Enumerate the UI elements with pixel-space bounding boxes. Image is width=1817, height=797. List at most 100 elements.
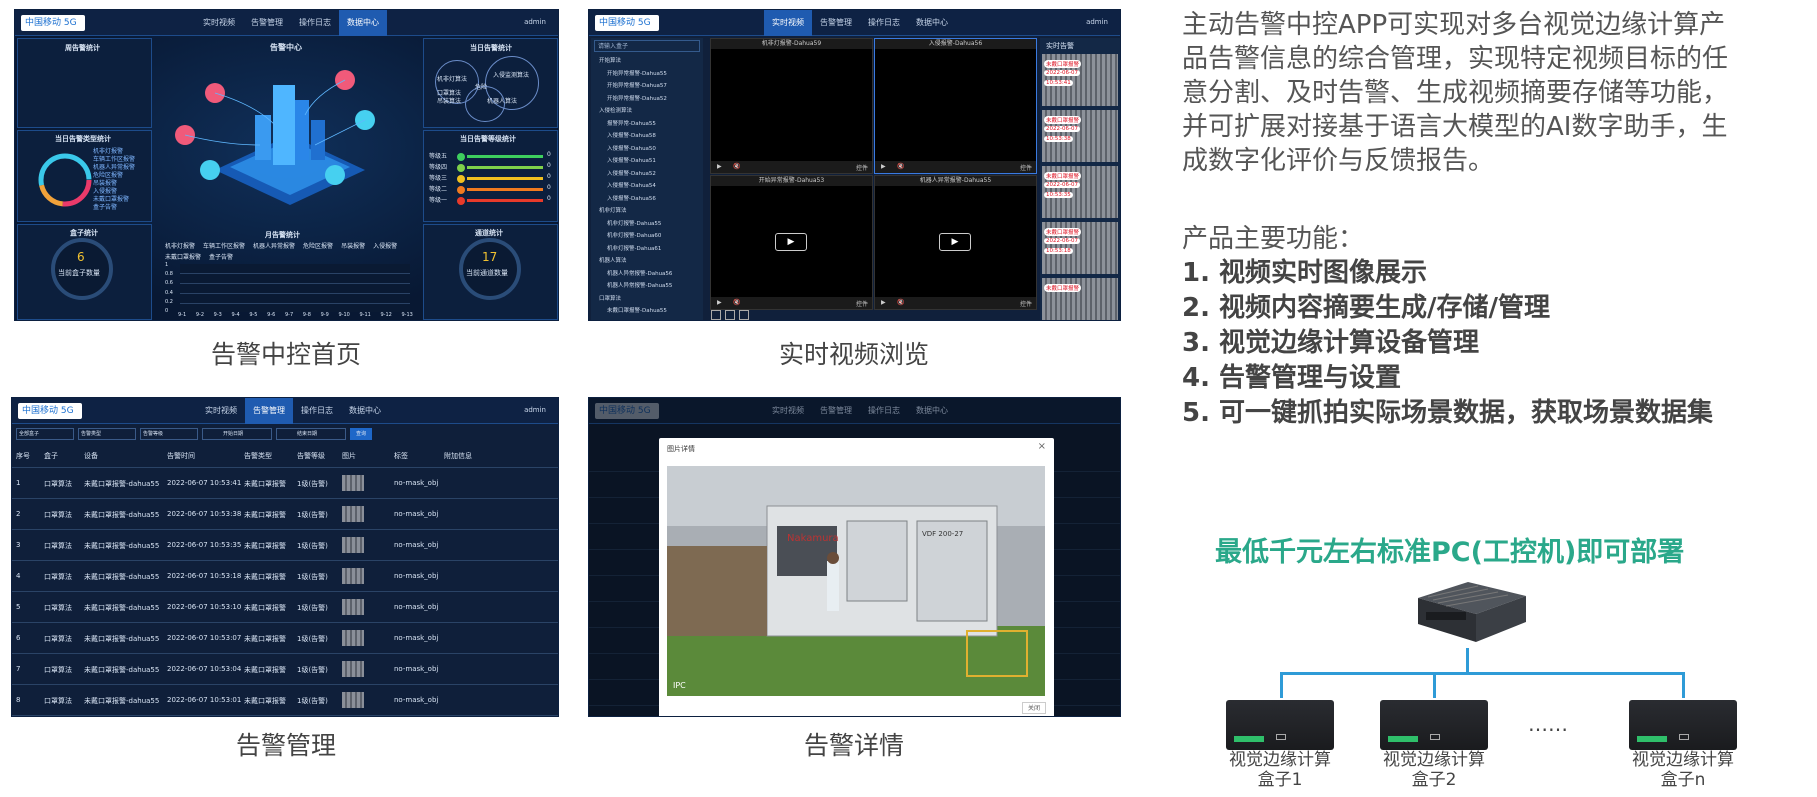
today-label: 入侵监测算法	[493, 72, 530, 79]
video-title: 机器人异常报警-Dahua55	[875, 176, 1036, 186]
type-filter[interactable]: 告警类型	[78, 428, 136, 440]
device-tree: 开始算法 开始异常报警-Dahua55 开始异常报警-Dahua57 开始异常报警-D…	[595, 55, 701, 318]
video-cell-2[interactable]: 入侵报警-Dahua56 ▶ 🔇 控件	[874, 38, 1037, 174]
ctrl-label[interactable]: 控件	[856, 299, 868, 308]
tree-node[interactable]: 开始异常报警-Dahua52	[595, 93, 701, 106]
start-date-input[interactable]: 开始日期	[202, 428, 272, 440]
video-title: 机非灯报警-Dahua59	[711, 39, 872, 49]
video-cell-1[interactable]: 机非灯报警-Dahua59 ▶ 🔇 控件	[710, 38, 873, 174]
nav-item-log[interactable]: 操作日志	[860, 10, 908, 36]
nav-item-log[interactable]: 操作日志	[291, 10, 339, 36]
tree-node[interactable]: 入侵报警-Dahua52	[595, 168, 701, 181]
nav-item-live[interactable]: 实时视频	[195, 10, 243, 36]
tree-node[interactable]: 入侵报警-Dahua56	[595, 193, 701, 206]
search-button[interactable]: 查询	[350, 428, 372, 440]
nav-item-alarm[interactable]: 告警管理	[243, 10, 291, 36]
video-controls[interactable]: ▶ 🔇 控件	[875, 297, 1036, 309]
table-row[interactable]: 2 口罩算法 未戴口罩报警-dahua55 2022-06-07 10:53:38 未戴…	[12, 499, 558, 530]
layout-4-icon[interactable]	[725, 310, 735, 320]
nav-item-alarm[interactable]: 告警管理	[245, 398, 293, 424]
ctrl-label[interactable]: 控件	[1020, 163, 1032, 172]
video-controls[interactable]: ▶ 🔇 控件	[711, 161, 872, 173]
layout-9-icon[interactable]	[739, 310, 749, 320]
alarm-thumbnail[interactable]	[342, 630, 364, 646]
alarm-thumbnail[interactable]	[342, 568, 364, 584]
nav-item-live[interactable]: 实时视频	[197, 398, 245, 424]
video-cell-3[interactable]: 开始异常报警-Dahua53 ▶ ▶ 🔇 控件	[710, 175, 873, 310]
table-row[interactable]: 8 口罩算法 未戴口罩报警-dahua55 2022-06-07 10:53:01 未戴…	[12, 685, 558, 716]
nav-item-live[interactable]: 实时视频	[764, 10, 812, 36]
mute-icon[interactable]: 🔇	[733, 299, 740, 306]
modal-close-button[interactable]: 关闭	[1022, 702, 1046, 714]
video-controls[interactable]: ▶ 🔇 控件	[875, 161, 1036, 173]
tree-group[interactable]: 入侵检测算法	[595, 105, 701, 118]
tree-group[interactable]: 开始算法	[595, 55, 701, 68]
user-menu[interactable]: admin	[524, 406, 546, 414]
alert-card[interactable]: 未戴口罩报警	[1042, 278, 1118, 320]
tree-node[interactable]: 机非灯报警-Dahua60	[595, 230, 701, 243]
tree-node[interactable]: 机非灯报警-Dahua55	[595, 218, 701, 231]
play-icon[interactable]: ▶	[881, 299, 886, 306]
play-icon[interactable]: ▶	[881, 163, 886, 170]
tree-node[interactable]: 未戴口罩报警-Dahua55	[595, 305, 701, 318]
logo: 中国移动 5G	[595, 403, 659, 419]
tree-node[interactable]: 机非灯报警-Dahua61	[595, 243, 701, 256]
tree-search-input[interactable]: 请输入盒子	[594, 40, 700, 52]
alert-card[interactable]: 未戴口罩报警 2022-06-07 10:53:35	[1042, 166, 1118, 218]
tree-node[interactable]: 入侵报警-Dahua50	[595, 143, 701, 156]
alarm-thumbnail[interactable]	[342, 661, 364, 677]
end-date-input[interactable]: 结束日期	[276, 428, 346, 440]
user-menu[interactable]: admin	[1086, 18, 1108, 26]
tree-node[interactable]: 入侵报警-Dahua58	[595, 130, 701, 143]
nav-item-data[interactable]: 数据中心	[339, 10, 387, 36]
table-row[interactable]: 6 口罩算法 未戴口罩报警-dahua55 2022-06-07 10:53:07 未戴…	[12, 623, 558, 654]
video-cell-4[interactable]: 机器人异常报警-Dahua55 ▶ ▶ 🔇 控件	[874, 175, 1037, 310]
alarm-thumbnail[interactable]	[342, 506, 364, 522]
tree-node[interactable]: 开始异常报警-Dahua57	[595, 80, 701, 93]
play-button[interactable]: ▶	[939, 233, 971, 251]
play-button[interactable]: ▶	[775, 233, 807, 251]
play-icon[interactable]: ▶	[717, 163, 722, 170]
tree-node[interactable]: 机器人异常报警-Dahua56	[595, 268, 701, 281]
modal-close-icon[interactable]: ×	[1038, 441, 1046, 452]
tree-node[interactable]: 机器人异常报警-Dahua55	[595, 280, 701, 293]
table-row[interactable]: 5 口罩算法 未戴口罩报警-dahua55 2022-06-07 10:53:10 未戴…	[12, 592, 558, 623]
alarm-thumbnail[interactable]	[342, 537, 364, 553]
alert-date: 2022-06-07	[1044, 126, 1080, 132]
mute-icon[interactable]: 🔇	[897, 163, 904, 170]
alert-card[interactable]: 未戴口罩报警 2022-06-07 10:53:38	[1042, 110, 1118, 162]
top-nav: 中国移动 5G 实时视频 告警管理 操作日志 数据中心	[589, 398, 1120, 424]
ctrl-label[interactable]: 控件	[856, 163, 868, 172]
tree-node[interactable]: 入侵报警-Dahua54	[595, 180, 701, 193]
tree-node[interactable]: 入侵报警-Dahua51	[595, 155, 701, 168]
mute-icon[interactable]: 🔇	[897, 299, 904, 306]
alarm-thumbnail[interactable]	[342, 475, 364, 491]
table-row[interactable]: 7 口罩算法 未戴口罩报警-dahua55 2022-06-07 10:53:04 未戴…	[12, 654, 558, 685]
box-filter[interactable]: 全部盒子	[16, 428, 74, 440]
level-filter[interactable]: 告警等级	[140, 428, 198, 440]
alert-card[interactable]: 未戴口罩报警 2022-06-07 10:53:18	[1042, 222, 1118, 274]
mute-icon[interactable]: 🔇	[733, 163, 740, 170]
table-row[interactable]: 4 口罩算法 未戴口罩报警-dahua55 2022-06-07 10:53:18 未戴…	[12, 561, 558, 592]
nav-item-log[interactable]: 操作日志	[293, 398, 341, 424]
tree-group[interactable]: 机非灯算法	[595, 205, 701, 218]
tree-group[interactable]: 口罩算法	[595, 293, 701, 306]
tree-group[interactable]: 机器人算法	[595, 255, 701, 268]
alarm-thumbnail[interactable]	[342, 599, 364, 615]
tree-node[interactable]: 报警异常-Dahua55	[595, 118, 701, 131]
level-bar	[467, 199, 543, 202]
table-row[interactable]: 1 口罩算法 未戴口罩报警-dahua55 2022-06-07 10:53:41 未戴…	[12, 468, 558, 499]
alarm-thumbnail[interactable]	[342, 692, 364, 708]
video-controls[interactable]: ▶ 🔇 控件	[711, 297, 872, 309]
layout-1-icon[interactable]	[711, 310, 721, 320]
tree-node[interactable]: 开始异常报警-Dahua55	[595, 68, 701, 81]
user-menu[interactable]: admin	[524, 18, 546, 26]
ctrl-label[interactable]: 控件	[1020, 299, 1032, 308]
monthly-xtick: 9-11	[359, 312, 371, 318]
nav-item-data[interactable]: 数据中心	[908, 10, 956, 36]
play-icon[interactable]: ▶	[717, 299, 722, 306]
table-row[interactable]: 3 口罩算法 未戴口罩报警-dahua55 2022-06-07 10:53:35 未戴…	[12, 530, 558, 561]
alert-card[interactable]: 未戴口罩报警 2022-06-07 10:53:41	[1042, 54, 1118, 106]
nav-item-data[interactable]: 数据中心	[341, 398, 389, 424]
nav-item-alarm[interactable]: 告警管理	[812, 10, 860, 36]
